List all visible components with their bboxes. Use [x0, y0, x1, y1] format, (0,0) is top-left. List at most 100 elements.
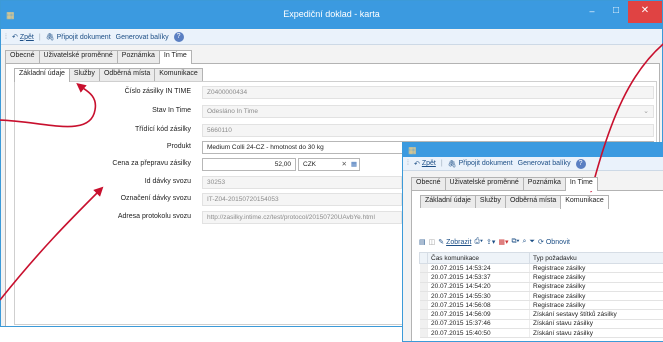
subtab-zakladni-udaje[interactable]: Základní údaje — [420, 195, 476, 208]
row-marker-header — [420, 253, 428, 264]
cell-typ: Registrace zásilky — [530, 282, 663, 291]
copy-icon[interactable]: ⧉▾ — [512, 238, 520, 246]
subtab-komunikace[interactable]: Komunikace — [154, 68, 203, 81]
cell-cas: 20.07.2015 14:55:30 — [428, 291, 530, 300]
cell-typ: Získání sestavy štítků zásilky — [530, 310, 663, 319]
tab-obecne[interactable]: Obecné — [5, 50, 40, 63]
export-icon[interactable]: ⇪▾ — [486, 238, 495, 246]
generate-packages-button[interactable]: Generovat balíky — [116, 34, 169, 41]
adresa-field: http://zasilky.intime.cz/test/protocol/2… — [202, 211, 402, 224]
main-toolbar: ⁞ ↶Zpět | 🖇Připojit dokument Generovat b… — [1, 30, 662, 45]
subtab-zakladni-udaje[interactable]: Základní údaje — [14, 68, 70, 82]
chevron-down-icon[interactable]: ⌄ — [643, 107, 649, 115]
app-icon: ▦ — [408, 145, 417, 156]
in-time-subtabs: Základní údaje Služby Odběrná místa Komu… — [14, 68, 202, 82]
cena-field[interactable]: 52,00 — [202, 158, 296, 171]
cell-typ: Registrace zásilky — [530, 301, 663, 310]
table-row[interactable]: 20.07.2015 14:53:24Registrace zásilky — [420, 264, 663, 273]
label-tridici-kod: Třídící kód zásilky — [135, 126, 191, 133]
cell-typ: Získání stavu zásilky — [530, 329, 663, 338]
subtab-sluzby[interactable]: Služby — [475, 195, 506, 208]
show-button[interactable]: ✎Zobrazit — [438, 238, 471, 246]
table-row[interactable]: 20.07.2015 15:37:46Získání stavu zásilky — [420, 319, 663, 328]
cell-typ: Registrace zásilky — [530, 291, 663, 300]
tab-obecne[interactable]: Obecné — [411, 177, 446, 190]
table-row[interactable]: 20.07.2015 14:56:08Registrace zásilky — [420, 301, 663, 310]
minimize-button[interactable]: – — [580, 1, 604, 23]
tab-poznamka[interactable]: Poznámka — [117, 50, 160, 63]
table-row[interactable]: 20.07.2015 14:53:37Registrace zásilky — [420, 273, 663, 282]
help-icon[interactable]: ? — [174, 32, 184, 42]
lookup-icon[interactable]: ▦ — [351, 160, 357, 168]
table-row[interactable]: 20.07.2015 14:56:09Získání sestavy štítk… — [420, 310, 663, 319]
oznaceni-field: IT-Z04-20150720154053 — [202, 193, 402, 206]
cell-cas: 20.07.2015 14:53:24 — [428, 264, 530, 273]
cell-typ: Registrace zásilky — [530, 273, 663, 282]
tab-in-time[interactable]: In Time — [159, 50, 192, 64]
grid-icon[interactable]: ▤ — [419, 238, 426, 246]
subtab-odberna-mista[interactable]: Odběrná místa — [99, 68, 155, 81]
label-id-davky: Id dávky svozu — [145, 178, 191, 185]
maximize-button[interactable]: □ — [604, 1, 628, 23]
filter-icon[interactable]: ⏷ — [529, 238, 535, 246]
clear-icon[interactable]: ✕ — [342, 160, 347, 168]
undo-icon: ↶ — [12, 33, 18, 41]
window-title: Expediční doklad - karta — [1, 9, 662, 19]
overlay-back-button[interactable]: ↶Zpět — [414, 160, 436, 168]
stav-select[interactable]: Odesláno In Time ⌄ — [202, 105, 654, 118]
cell-cas: 20.07.2015 14:56:09 — [428, 310, 530, 319]
cell-cas: 20.07.2015 14:53:37 — [428, 273, 530, 282]
label-produkt: Produkt — [167, 143, 191, 150]
cislo-zasilky-field: Z0400000434 — [202, 86, 654, 99]
subtab-komunikace[interactable]: Komunikace — [560, 195, 609, 209]
overlay-subtabs: Základní údaje Služby Odběrná místa Komu… — [420, 195, 608, 209]
filter-disabled-icon[interactable]: ◫ — [429, 238, 436, 246]
cell-cas: 20.07.2015 15:37:46 — [428, 319, 530, 328]
row-cislo-zasilky: Číslo zásilky IN TIME Z0400000434 — [15, 86, 655, 100]
table-header-row: Čas komunikace Typ požadavku — [420, 253, 663, 264]
main-tabs: Obecné Uživatelské proměnné Poznámka In … — [5, 50, 191, 64]
cell-cas: 20.07.2015 14:56:08 — [428, 301, 530, 310]
id-davky-field: 30253 — [202, 176, 402, 189]
table-row[interactable]: 20.07.2015 14:55:30Registrace zásilky — [420, 291, 663, 300]
main-titlebar: ▦ Expediční doklad - karta – □ ✕ — [1, 1, 662, 29]
tab-in-time[interactable]: In Time — [565, 177, 598, 191]
subtab-sluzby[interactable]: Služby — [69, 68, 100, 81]
paperclip-icon: 🖇 — [46, 33, 55, 41]
attach-document-button[interactable]: 🖇Připojit dokument — [46, 33, 111, 41]
table-row[interactable]: 20.07.2015 14:54:20Registrace zásilky — [420, 282, 663, 291]
paperclip-icon: 🖇 — [448, 160, 457, 168]
tab-uzivatelske-promenne[interactable]: Uživatelské proměnné — [445, 177, 524, 190]
label-cena: Cena za přepravu zásilky — [112, 160, 191, 167]
label-stav: Stav In Time — [152, 107, 191, 114]
cell-typ: Registrace zásilky — [530, 264, 663, 273]
print-icon[interactable]: ⎙▾ — [474, 238, 483, 246]
refresh-icon: ⟳ — [538, 238, 544, 246]
tab-uzivatelske-promenne[interactable]: Uživatelské proměnné — [39, 50, 118, 63]
overlay-toolbar: ⁞ ↶Zpět | 🖇Připojit dokument Generovat b… — [403, 157, 663, 171]
table-row[interactable]: 20.07.2015 15:40:50Získání stavu zásilky — [420, 329, 663, 338]
report-icon[interactable]: ▦▾ — [498, 238, 508, 246]
search-icon[interactable]: ⌕ — [522, 238, 526, 246]
overlay-generate-packages-button[interactable]: Generovat balíky — [518, 160, 571, 167]
label-adresa: Adresa protokolu svozu — [118, 213, 191, 220]
close-button[interactable]: ✕ — [628, 1, 662, 23]
back-button[interactable]: ↶Zpět — [12, 33, 34, 41]
undo-icon: ↶ — [414, 160, 420, 168]
overlay-attach-document-button[interactable]: 🖇Připojit dokument — [448, 160, 513, 168]
overlay-tabs: Obecné Uživatelské proměnné Poznámka In … — [411, 177, 597, 191]
communication-table: Čas komunikace Typ požadavku 20.07.2015 … — [419, 252, 663, 338]
row-tridici-kod: Třídící kód zásilky 5660110 — [15, 124, 655, 138]
tridici-kod-field: 5660110 — [202, 124, 654, 137]
cell-cas: 20.07.2015 15:40:50 — [428, 329, 530, 338]
cell-typ: Získání stavu zásilky — [530, 319, 663, 328]
communication-grid-toolbar: ▤ ◫ ✎Zobrazit ⎙▾ ⇪▾ ▦▾ ⧉▾ ⌕ ⏷ ⟳Obnovit — [419, 235, 663, 249]
currency-field[interactable]: CZK ✕ ▦ — [298, 158, 360, 171]
overlay-titlebar: ▦ — [403, 143, 663, 157]
refresh-button[interactable]: ⟳Obnovit — [538, 238, 570, 246]
tab-poznamka[interactable]: Poznámka — [523, 177, 566, 190]
column-header-cas[interactable]: Čas komunikace — [428, 253, 530, 264]
help-icon[interactable]: ? — [576, 159, 586, 169]
subtab-odberna-mista[interactable]: Odběrná místa — [505, 195, 561, 208]
column-header-typ[interactable]: Typ požadavku — [530, 253, 663, 264]
